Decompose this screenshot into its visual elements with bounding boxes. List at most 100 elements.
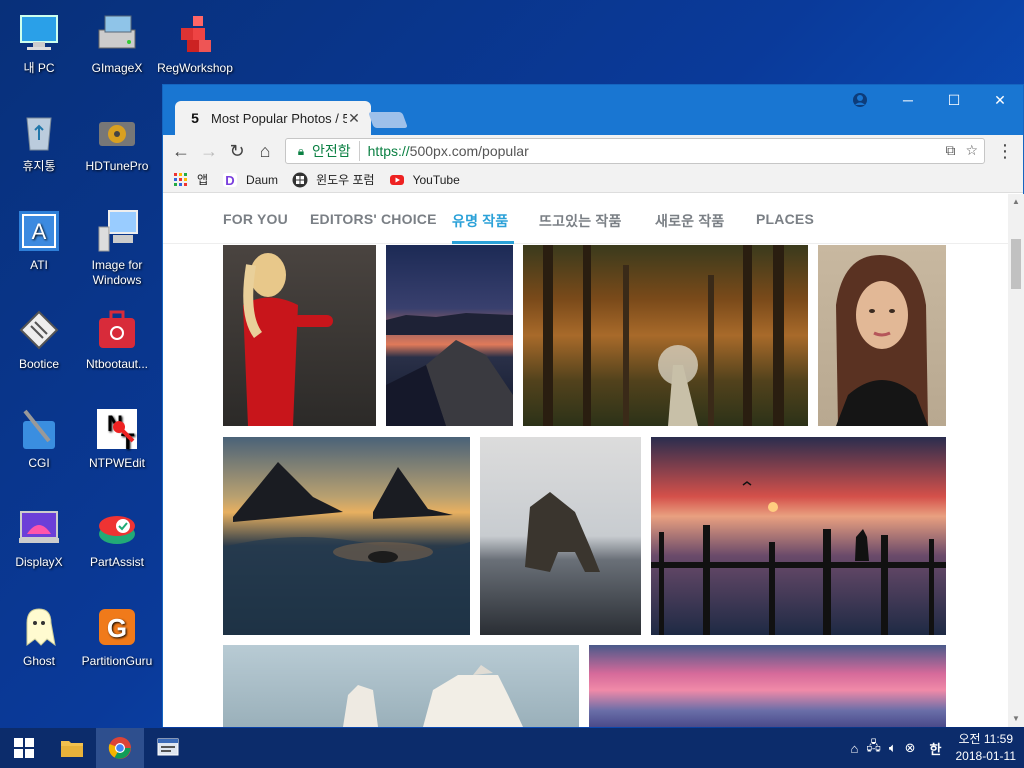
close-window-button[interactable]: ✕ xyxy=(977,85,1023,115)
photo-bridge-silhouette[interactable] xyxy=(651,437,946,635)
desktop-icon-partassist[interactable]: PartAssist xyxy=(79,504,155,570)
desktop-icon-displayx[interactable]: DisplayX xyxy=(1,504,77,570)
desktop-icon-ntbootautofix[interactable]: Ntbootaut... xyxy=(79,306,155,372)
desktop-icon-hdtunepro[interactable]: HDTunePro xyxy=(79,108,155,174)
taskbar: ⌂ 🖧︎ 🔈︎ ⊗ 한 오전 11:59 2018-01-11 xyxy=(0,728,1024,768)
nav-upcoming[interactable]: 뜨고있는 작품 xyxy=(539,211,622,231)
youtube-icon xyxy=(389,174,404,185)
photo-sea-rocks-sunset[interactable] xyxy=(223,437,470,635)
photo-sea-arch-rock[interactable] xyxy=(480,437,641,635)
regworkshop-icon xyxy=(171,10,219,58)
browser-window: 5 Most Popular Photos / 5 ✕ ─ ☐ ✕ ← → ↻ … xyxy=(162,84,1024,727)
photo-pink-sky[interactable] xyxy=(589,645,946,727)
app-window-icon xyxy=(157,738,179,756)
maximize-button[interactable]: ☐ xyxy=(931,85,977,115)
desktop-icon-regworkshop[interactable]: RegWorkshop xyxy=(157,10,233,76)
bookmark-windows-forum[interactable]: 윈도우 포럼 xyxy=(292,171,375,188)
address-bar[interactable]: 🔒︎ 안전함 https://500px.com/popular ⧉ ☆ xyxy=(285,138,985,164)
nav-fresh[interactable]: 새로운 작품 xyxy=(655,211,725,231)
windows-logo-icon xyxy=(14,738,34,758)
forward-button[interactable]: → xyxy=(195,137,223,165)
browser-tab[interactable]: 5 Most Popular Photos / 5 ✕ xyxy=(175,101,371,135)
site-nav: FOR YOU EDITORS' CHOICE 유명 작품 뜨고있는 작품 새로… xyxy=(163,194,1008,244)
computer-icon xyxy=(15,10,63,58)
desktop-icon-image-for-windows[interactable]: Image for Windows xyxy=(79,207,155,288)
profile-icon[interactable] xyxy=(851,91,869,109)
desktop-icon-cgi[interactable]: CGI xyxy=(1,405,77,471)
nav-places[interactable]: PLACES xyxy=(756,211,814,227)
desktop-icon-ghost[interactable]: Ghost xyxy=(1,603,77,669)
tab-close-icon[interactable]: ✕ xyxy=(347,110,361,127)
desktop-icon-label: Bootice xyxy=(18,357,60,371)
minimize-icon: ─ xyxy=(903,92,913,108)
nav-popular[interactable]: 유명 작품 xyxy=(452,211,508,231)
desktop-icon-partitionguru[interactable]: G PartitionGuru xyxy=(79,603,155,669)
forward-arrow-icon: → xyxy=(200,140,218,161)
chrome-icon xyxy=(108,737,131,759)
partassist-icon xyxy=(93,504,141,552)
home-button[interactable]: ⌂ xyxy=(251,137,279,165)
minimize-button[interactable]: ─ xyxy=(885,85,931,115)
usb-icon[interactable]: ⌂ xyxy=(850,741,858,756)
volume-icon[interactable]: 🔈︎ xyxy=(889,740,897,756)
lock-icon: 🔒︎ xyxy=(297,143,305,158)
reload-button[interactable]: ↻ xyxy=(223,137,251,165)
scroll-thumb[interactable] xyxy=(1011,239,1021,289)
active-tab-underline xyxy=(452,241,514,244)
desktop-icon-label: NTPWEdit xyxy=(88,456,145,470)
desktop-icon-ntpwedit[interactable]: NT NTPWEdit xyxy=(79,405,155,471)
ime-indicator[interactable]: 한 xyxy=(930,739,942,758)
desktop-icon-gimagex[interactable]: GImageX xyxy=(79,10,155,76)
500px-favicon-icon: 5 xyxy=(191,110,199,126)
scroll-up-icon[interactable]: ▲ xyxy=(1011,197,1021,207)
desktop-icon-recycle-bin[interactable]: 휴지통 xyxy=(1,108,77,174)
url-scheme: https:// xyxy=(367,143,410,159)
desktop-icon-bootice[interactable]: Bootice xyxy=(1,306,77,372)
scroll-down-icon[interactable]: ▼ xyxy=(1011,714,1021,724)
start-button[interactable] xyxy=(0,728,48,768)
partitionguru-icon: G xyxy=(93,603,141,651)
close-icon: ✕ xyxy=(994,91,1006,108)
back-button[interactable]: ← xyxy=(167,137,195,165)
title-bar[interactable]: 5 Most Popular Photos / 5 ✕ ─ ☐ ✕ xyxy=(163,85,1023,135)
page-content: FOR YOU EDITORS' CHOICE 유명 작품 뜨고있는 작품 새로… xyxy=(163,194,1008,727)
svg-text:A: A xyxy=(32,219,47,244)
network-icon[interactable]: 🖧︎ xyxy=(866,737,881,759)
error-icon[interactable]: ⊗ xyxy=(905,740,916,756)
hdtune-icon xyxy=(93,108,141,156)
bookmark-daum[interactable]: D Daum xyxy=(222,172,278,188)
menu-button[interactable]: ⋮ xyxy=(991,137,1019,165)
kebab-menu-icon: ⋮ xyxy=(996,140,1014,161)
bookmark-apps[interactable]: 앱 xyxy=(173,171,208,188)
desktop-icon-ati[interactable]: A ATI xyxy=(1,207,77,273)
taskbar-file-explorer[interactable] xyxy=(48,728,96,768)
svg-text:G: G xyxy=(107,613,127,643)
photo-white-horses[interactable] xyxy=(223,645,579,727)
clock[interactable]: 오전 11:59 2018-01-11 xyxy=(956,731,1017,765)
reload-icon: ↻ xyxy=(229,140,245,161)
photo-coastal-cliffs[interactable] xyxy=(386,245,513,426)
browser-toolbar: ← → ↻ ⌂ 🔒︎ 안전함 https://500px.com/popular… xyxy=(163,135,1023,167)
taskbar-chrome[interactable] xyxy=(96,728,144,768)
page-scrollbar[interactable]: ▲ ▼ xyxy=(1008,194,1024,727)
photo-autumn-forest-road[interactable] xyxy=(523,245,808,426)
url-text: 500px.com/popular xyxy=(409,143,529,159)
displayx-icon xyxy=(15,504,63,552)
desktop-icon-label: 내 PC xyxy=(23,61,55,75)
taskbar-app-window[interactable] xyxy=(144,728,192,768)
photo-woman-red-dress[interactable] xyxy=(223,245,376,426)
new-tab-button[interactable] xyxy=(368,112,408,128)
desktop-icon-label: Ntbootaut... xyxy=(85,357,149,371)
desktop-icon-label: ATI xyxy=(30,258,48,272)
bookmark-youtube[interactable]: YouTube xyxy=(389,172,460,188)
translate-icon[interactable]: ⧉ xyxy=(945,142,955,159)
apps-grid-icon xyxy=(174,172,187,186)
desktop-icon-my-pc[interactable]: 내 PC xyxy=(1,10,77,76)
folder-icon xyxy=(61,741,83,757)
bookmark-star-icon[interactable]: ☆ xyxy=(965,142,978,159)
nav-editors-choice[interactable]: EDITORS' CHOICE xyxy=(310,211,437,227)
cgi-icon xyxy=(15,405,63,453)
nav-for-you[interactable]: FOR YOU xyxy=(223,211,288,227)
photo-woman-portrait[interactable] xyxy=(818,245,946,426)
bookmark-label: 앱 xyxy=(197,173,209,187)
